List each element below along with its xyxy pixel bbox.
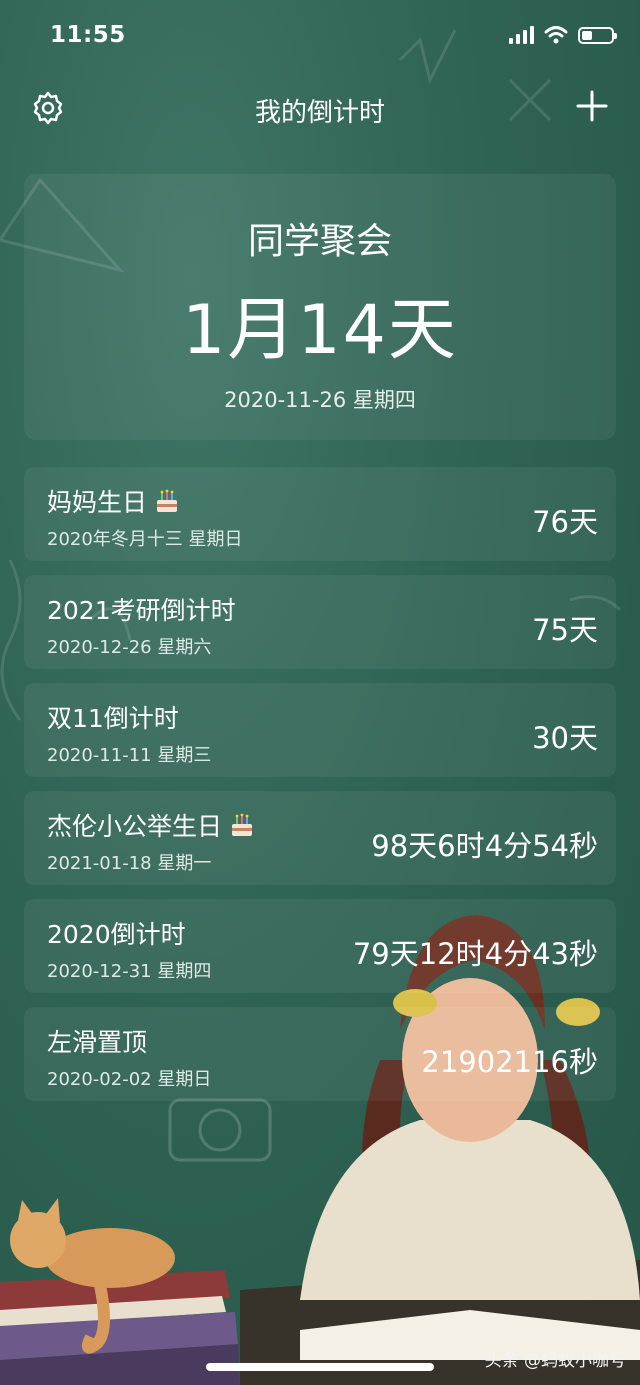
event-title: 杰伦小公举生日 — [47, 812, 223, 841]
watermark-text: 头条 @蚂蚁小咖号 — [484, 1351, 626, 1371]
status-bar: 11:55 — [0, 0, 640, 74]
event-title-wrap: 2020倒计时 — [47, 915, 186, 951]
event-row[interactable]: 2021考研倒计时 2020-12-26 星期六 75天 — [24, 575, 616, 669]
event-title: 2020倒计时 — [47, 920, 186, 949]
event-date: 2020-12-26 星期六 — [47, 637, 212, 658]
page-title: 我的倒计时 — [254, 98, 385, 128]
nav-bar: 我的倒计时 — [0, 80, 640, 136]
birthday-cake-icon — [232, 813, 253, 836]
event-date: 2020-12-31 星期四 — [47, 961, 212, 982]
event-date: 2020-11-11 星期三 — [47, 745, 212, 766]
event-countdown: 30天 — [532, 721, 598, 755]
event-title: 妈妈生日 — [47, 488, 148, 517]
event-countdown: 76天 — [532, 505, 598, 539]
status-time: 11:55 — [50, 22, 126, 48]
wifi-icon — [544, 26, 568, 44]
event-row[interactable]: 杰伦小公举生日 2021-01-18 星期一 98天6时4分54秒 — [24, 791, 616, 885]
featured-event-date: 2020-11-26 星期四 — [224, 388, 416, 412]
battery-icon — [578, 26, 617, 44]
event-countdown: 98天6时4分54秒 — [371, 829, 598, 863]
event-date: 2020年冬月十三 星期日 — [47, 529, 243, 550]
battery-level — [582, 30, 592, 40]
event-title-wrap: 双11倒计时 — [47, 699, 179, 735]
event-row[interactable]: 妈妈生日 2020年冬月十三 星期日 76天 — [24, 467, 616, 561]
event-title: 2021考研倒计时 — [47, 596, 236, 625]
event-title-wrap: 左滑置顶 — [47, 1023, 147, 1059]
event-date: 2020-02-02 星期日 — [47, 1069, 212, 1090]
status-icons — [509, 26, 617, 44]
event-title: 左滑置顶 — [47, 1028, 148, 1057]
event-countdown: 79天12时4分43秒 — [352, 937, 598, 971]
home-indicator[interactable] — [206, 1363, 434, 1371]
featured-countdown-value: 1月14天 — [182, 291, 458, 370]
event-title-wrap: 2021考研倒计时 — [47, 591, 236, 627]
event-title-wrap: 杰伦小公举生日 — [47, 807, 256, 843]
event-row[interactable]: 2020倒计时 2020-12-31 星期四 79天12时4分43秒 — [24, 899, 616, 993]
event-date: 2021-01-18 星期一 — [47, 853, 212, 874]
event-countdown: 21902116秒 — [421, 1045, 598, 1079]
featured-countdown-card[interactable]: 同学聚会 1月14天 2020-11-26 星期四 — [24, 174, 616, 440]
event-countdown: 75天 — [532, 613, 598, 647]
event-title-wrap: 妈妈生日 — [47, 483, 181, 519]
plus-icon[interactable] — [574, 88, 610, 124]
event-row[interactable]: 双11倒计时 2020-11-11 星期三 30天 — [24, 683, 616, 777]
event-row[interactable]: 左滑置顶 2020-02-02 星期日 21902116秒 — [24, 1007, 616, 1101]
birthday-cake-icon — [157, 489, 178, 512]
featured-event-name: 同学聚会 — [247, 221, 392, 262]
signal-icon — [509, 26, 534, 44]
event-title: 双11倒计时 — [47, 704, 179, 733]
